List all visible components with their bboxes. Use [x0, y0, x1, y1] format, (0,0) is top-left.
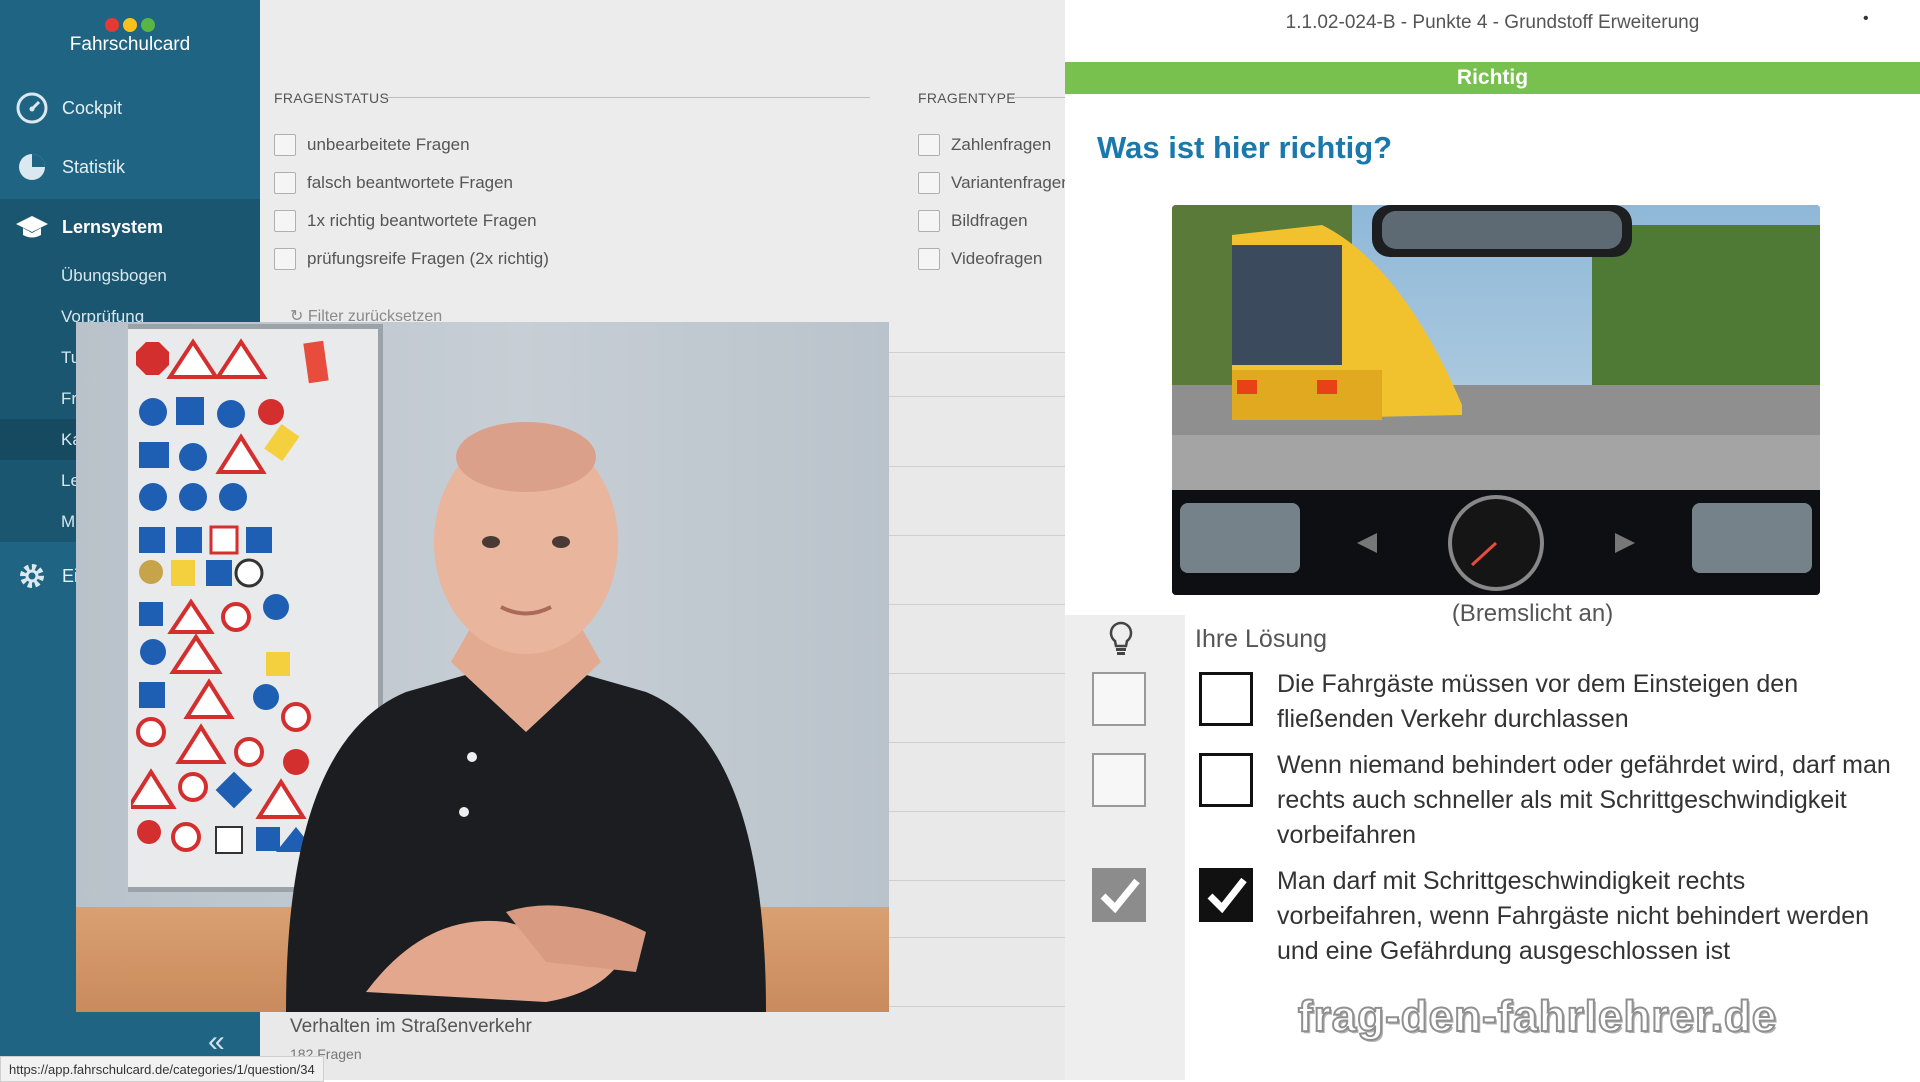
checkbox-label: Zahlenfragen	[951, 135, 1052, 154]
checkbox[interactable]	[274, 134, 296, 156]
question-title: Was ist hier richtig?	[1097, 130, 1393, 165]
question-panel: 1.1.02-024-B - Punkte 4 - Grundstoff Erw…	[1065, 0, 1920, 1080]
sidebar-item-cockpit[interactable]: Cockpit	[0, 80, 260, 136]
pie-chart-icon	[12, 147, 52, 187]
sidebar-item-label: Lernsystem	[62, 216, 164, 237]
solution-checkbox	[1092, 672, 1146, 726]
watermark: frag-den-fahrlehrer.de	[1297, 991, 1778, 1042]
sidebar-subitem[interactable]: Übungsbogen	[0, 255, 260, 296]
checkbox-label: Bildfragen	[951, 211, 1028, 230]
checkbox[interactable]	[918, 248, 940, 270]
logo-dot-red	[105, 18, 119, 32]
double-chevron-left-icon[interactable]: «	[208, 1025, 225, 1059]
sidebar-item-lernsystem[interactable]: Lernsystem	[0, 199, 260, 255]
app-logo[interactable]: Fahrschulcard	[0, 18, 260, 56]
checkbox[interactable]	[918, 210, 940, 232]
checkbox[interactable]	[274, 172, 296, 194]
type-heading: FRAGENTYPE	[918, 90, 1016, 106]
checkbox-label: falsch beantwortete Fragen	[307, 173, 514, 192]
status-heading: FRAGENSTATUS	[274, 90, 390, 106]
filter-videofragen[interactable]: Videofragen	[918, 248, 1042, 270]
lightbulb-icon[interactable]	[1107, 620, 1135, 656]
question-image[interactable]	[1172, 205, 1820, 595]
check-icon	[1207, 877, 1247, 914]
checkbox[interactable]	[274, 248, 296, 270]
presenter	[286, 422, 766, 1012]
checkbox-label: unbearbeitete Fragen	[307, 135, 470, 154]
gear-icon	[12, 556, 52, 596]
logo-dot-yellow	[123, 18, 137, 32]
filter-unbearbeitete[interactable]: unbearbeitete Fragen	[274, 134, 470, 156]
answer-checkbox[interactable]	[1199, 753, 1253, 807]
answer-checkbox[interactable]	[1199, 672, 1253, 726]
brand-name: Fahrschulcard	[69, 34, 191, 55]
filter-variantenfragen[interactable]: Variantenfragen	[918, 172, 1071, 194]
checkbox[interactable]	[918, 134, 940, 156]
checkbox[interactable]	[274, 210, 296, 232]
logo-dots	[0, 18, 260, 32]
webcam-video	[76, 322, 889, 1012]
filter-falsch[interactable]: falsch beantwortete Fragen	[274, 172, 513, 194]
divider	[385, 97, 870, 98]
divider	[1015, 97, 1065, 98]
checkbox[interactable]	[918, 172, 940, 194]
option-text[interactable]: Man darf mit Schrittgeschwindigkeit rech…	[1277, 864, 1897, 969]
checkbox-label: 1x richtig beantwortete Fragen	[307, 211, 537, 230]
category-title[interactable]: Verhalten im Straßenverkehr	[290, 1016, 532, 1038]
filter-pruefungsreif[interactable]: prüfungsreife Fragen (2x richtig)	[274, 248, 549, 270]
question-id: 1.1.02-024-B - Punkte 4 - Grundstoff Erw…	[1285, 12, 1700, 33]
option-text[interactable]: Wenn niemand behindert oder gefährdet wi…	[1277, 748, 1897, 853]
option-text[interactable]: Die Fahrgäste müssen vor dem Einsteigen …	[1277, 667, 1897, 737]
sidebar-item-label: Cockpit	[62, 97, 123, 118]
filter-panel: FRAGENSTATUS FRAGENTYPE unbearbeitete Fr…	[260, 0, 1071, 355]
filter-zahlenfragen[interactable]: Zahlenfragen	[918, 134, 1051, 156]
checkbox-label: Videofragen	[951, 249, 1043, 268]
answer-checkbox-checked[interactable]	[1199, 868, 1253, 922]
solution-checkbox	[1092, 753, 1146, 807]
filter-bildfragen[interactable]: Bildfragen	[918, 210, 1028, 232]
gauge-icon	[12, 88, 52, 128]
sidebar-item-statistik[interactable]: Statistik	[0, 139, 260, 195]
solution-label: Ihre Lösung	[1195, 625, 1328, 653]
logo-dot-green	[141, 18, 155, 32]
solution-checkbox-checked	[1092, 868, 1146, 922]
image-caption: (Bremslicht an)	[1451, 600, 1614, 627]
checkbox-label: Variantenfragen	[951, 173, 1071, 192]
filter-1x-richtig[interactable]: 1x richtig beantwortete Fragen	[274, 210, 537, 232]
result-banner: Richtig	[1065, 62, 1920, 94]
sidebar-item-label: Statistik	[62, 156, 126, 177]
status-url: https://app.fahrschulcard.de/categories/…	[0, 1056, 324, 1082]
graduation-cap-icon	[12, 207, 52, 247]
check-icon	[1100, 878, 1140, 914]
menu-dot-icon[interactable]: •	[1863, 10, 1869, 28]
checkbox-label: prüfungsreife Fragen (2x richtig)	[307, 249, 549, 268]
